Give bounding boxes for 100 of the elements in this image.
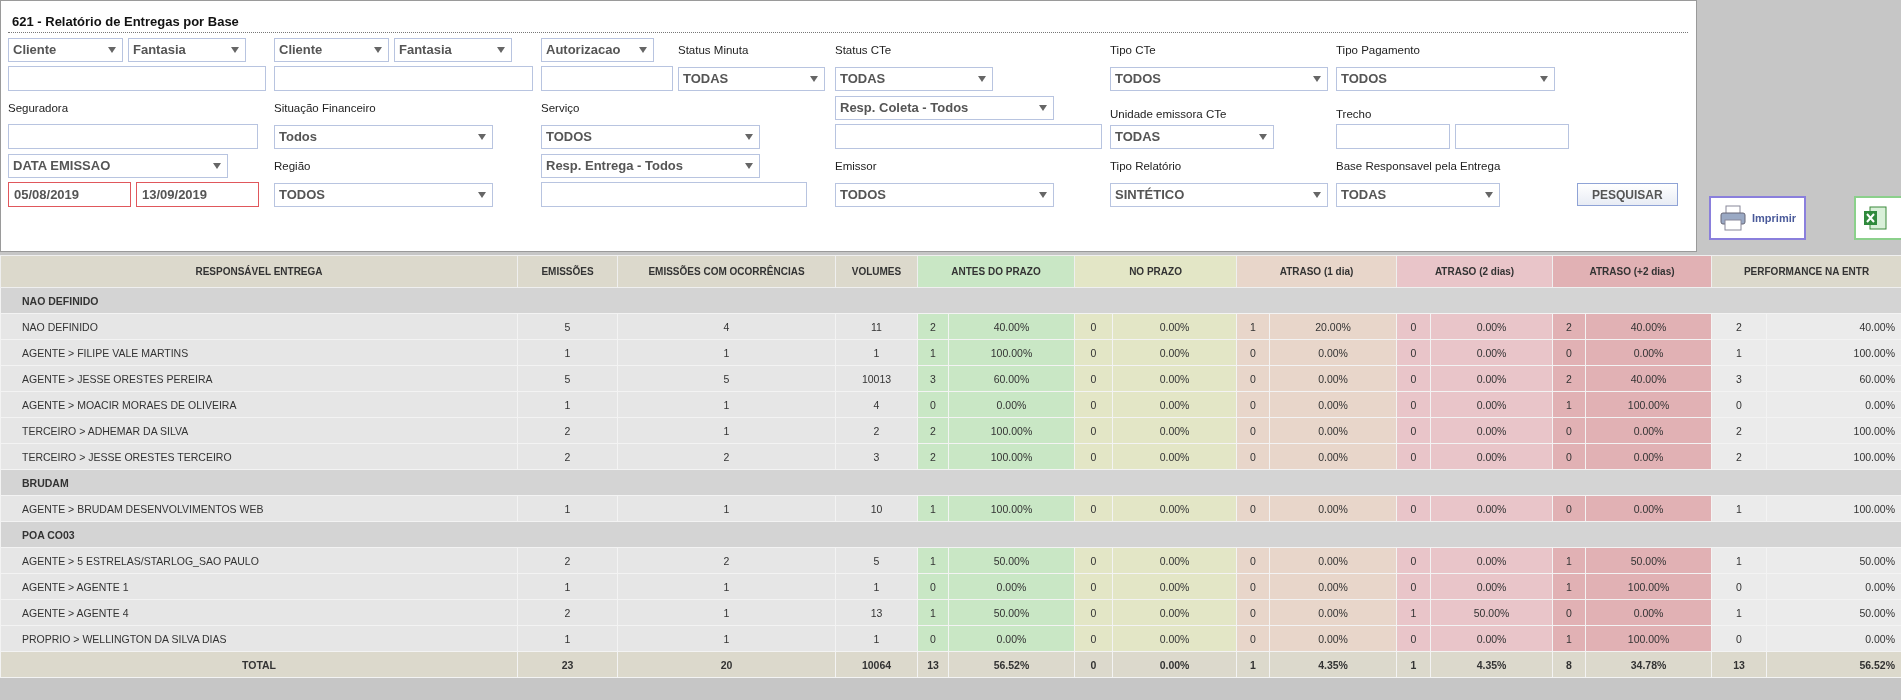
table-cell: AGENTE > MOACIR MORAES DE OLIVEIRA [0, 391, 518, 418]
field-label: Status Minuta [678, 43, 749, 56]
table-cell: 2 [517, 443, 618, 470]
table-cell: 100.00% [1766, 417, 1901, 444]
table-cell: 0.00% [1430, 313, 1553, 340]
table-cell: 0.00% [1430, 625, 1553, 652]
table-cell: 50.00% [948, 547, 1075, 574]
table-cell: 20.00% [1269, 313, 1397, 340]
caret-icon [745, 162, 753, 169]
table-cell: 0.00% [1269, 339, 1397, 366]
dropdown[interactable]: Todos [274, 124, 493, 149]
table-cell: 1 [835, 625, 918, 652]
table-cell: 40.00% [1585, 365, 1712, 392]
input-field[interactable] [274, 66, 533, 91]
table-cell: 34.78% [1585, 651, 1712, 678]
table-cell: 0.00% [1585, 495, 1712, 522]
dropdown[interactable]: Resp. Coleta - Todos [835, 95, 1054, 120]
table-cell: 3 [835, 443, 918, 470]
caret-icon [213, 162, 221, 169]
caret-icon [978, 75, 986, 82]
caret-icon [1313, 191, 1321, 198]
dropdown[interactable]: TODOS [274, 182, 493, 207]
table-cell: 4.35% [1430, 651, 1553, 678]
table-cell: 0.00% [1430, 417, 1553, 444]
table-cell: 100.00% [1585, 391, 1712, 418]
table-cell: 0.00% [1766, 391, 1901, 418]
table-cell: 1 [617, 417, 836, 444]
dropdown[interactable]: SINTÉTICO [1110, 182, 1328, 207]
field-label: Situação Financeiro [274, 101, 376, 114]
caret-icon [374, 46, 382, 53]
table-cell: 40.00% [948, 313, 1075, 340]
dropdown[interactable]: TODOS [1336, 66, 1555, 91]
input-field[interactable] [541, 182, 807, 207]
dropdown[interactable]: TODAS [835, 66, 993, 91]
dropdown[interactable]: TODOS [835, 182, 1054, 207]
table-cell: 0.00% [1430, 573, 1553, 600]
print-button[interactable]: Imprimir [1709, 196, 1806, 240]
caret-icon [1540, 75, 1548, 82]
report-title: 621 - Relatório de Entregas por Base [11, 13, 240, 31]
search-button[interactable]: PESQUISAR [1577, 183, 1678, 206]
table-cell: 50.00% [1585, 547, 1712, 574]
dropdown[interactable]: TODAS [1110, 124, 1274, 149]
excel-export-button[interactable] [1854, 196, 1901, 240]
table-cell: 56.52% [948, 651, 1075, 678]
input-field[interactable] [1336, 124, 1450, 149]
table-cell: 0.00% [1112, 443, 1237, 470]
input-field[interactable] [8, 124, 258, 149]
table-cell: 60.00% [1766, 365, 1901, 392]
table-cell: 5 [617, 365, 836, 392]
field-label: Tipo Relatório [1110, 159, 1182, 172]
caret-icon [108, 46, 116, 53]
column-header: RESPONSÁVEL ENTREGA [0, 255, 518, 288]
dropdown[interactable]: TODOS [541, 124, 760, 149]
dropdown[interactable]: Cliente [274, 37, 389, 62]
table-cell: 11 [835, 313, 918, 340]
table-cell: NAO DEFINIDO [0, 313, 518, 340]
table-cell: 4 [617, 313, 836, 340]
table-cell: 2 [517, 417, 618, 444]
table-cell: 100.00% [948, 495, 1075, 522]
table-cell: 2 [835, 417, 918, 444]
table-cell: 0.00% [1766, 573, 1901, 600]
table-cell: 0.00% [1112, 573, 1237, 600]
field-label: Unidade emissora CTe [1110, 108, 1227, 120]
dropdown[interactable]: Resp. Entrega - Todos [541, 153, 760, 178]
table-cell: 1 [517, 339, 618, 366]
table-cell: 5 [517, 313, 618, 340]
table-cell: TERCEIRO > JESSE ORESTES TERCEIRO [0, 443, 518, 470]
dropdown[interactable]: Autorizacao [541, 37, 654, 62]
dropdown[interactable]: TODAS [678, 66, 825, 91]
dropdown[interactable]: DATA EMISSAO [8, 153, 228, 178]
field-label: Tipo Pagamento [1336, 43, 1420, 56]
input-field[interactable] [8, 66, 266, 91]
input-field[interactable] [1455, 124, 1569, 149]
dropdown[interactable]: Cliente [8, 37, 123, 62]
date-field[interactable]: 05/08/2019 [8, 182, 131, 207]
table-cell: 0.00% [1112, 391, 1237, 418]
dropdown[interactable]: TODOS [1110, 66, 1328, 91]
caret-icon [639, 46, 647, 53]
table-cell: 0.00% [1585, 599, 1712, 626]
table-cell: 0.00% [1585, 339, 1712, 366]
table-cell: AGENTE > FILIPE VALE MARTINS [0, 339, 518, 366]
dropdown[interactable]: Fantasia [394, 37, 512, 62]
dropdown[interactable]: Fantasia [128, 37, 246, 62]
caret-icon [745, 133, 753, 140]
table-cell: 100.00% [1766, 495, 1901, 522]
table-cell: 2 [517, 599, 618, 626]
table-cell: 0.00% [1112, 651, 1237, 678]
table-cell: 60.00% [948, 365, 1075, 392]
date-field[interactable]: 13/09/2019 [136, 182, 259, 207]
column-header: EMISSÕES [517, 255, 618, 288]
table-cell: 2 [617, 547, 836, 574]
table-cell: 0.00% [1430, 339, 1553, 366]
dropdown[interactable]: TODAS [1336, 182, 1500, 207]
caret-icon [231, 46, 239, 53]
input-field[interactable] [541, 66, 673, 91]
table-cell: 0.00% [1269, 365, 1397, 392]
table-cell: 1 [617, 339, 836, 366]
table-cell: 0.00% [1112, 339, 1237, 366]
input-field[interactable] [835, 124, 1102, 149]
table-cell: 0.00% [1112, 625, 1237, 652]
